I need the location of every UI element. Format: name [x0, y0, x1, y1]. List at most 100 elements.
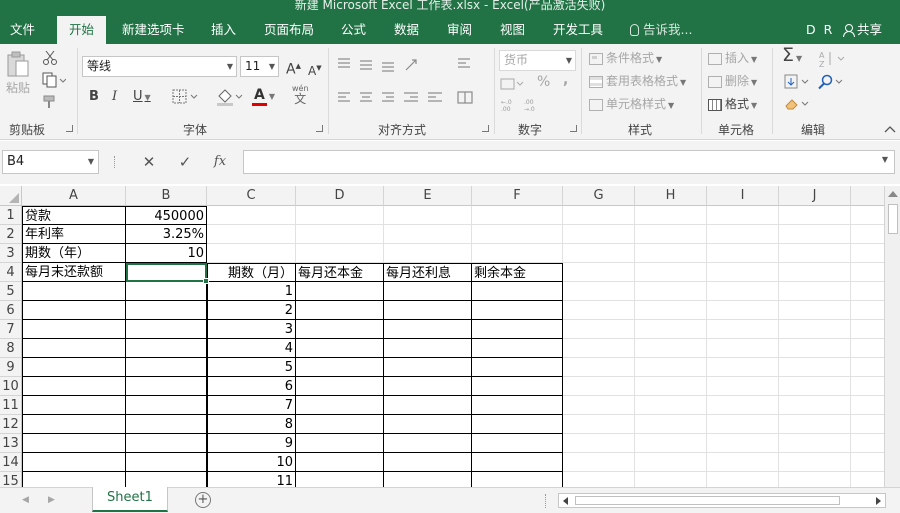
- tab-file[interactable]: 文件: [10, 16, 35, 44]
- cell-g9[interactable]: [563, 358, 635, 377]
- cell-h1[interactable]: [635, 206, 707, 225]
- column-header-g[interactable]: G: [563, 186, 635, 206]
- cell-i15[interactable]: [707, 472, 779, 487]
- cell-g10[interactable]: [563, 377, 635, 396]
- tab-insert[interactable]: 插入: [211, 16, 236, 44]
- cell-g12[interactable]: [563, 415, 635, 434]
- insert-function-icon[interactable]: fx: [209, 151, 231, 173]
- cell-i1[interactable]: [707, 206, 779, 225]
- cell-e3[interactable]: [384, 244, 472, 263]
- cell-f10[interactable]: [472, 377, 563, 396]
- cell-g4[interactable]: [563, 263, 635, 282]
- cell-h13[interactable]: [635, 434, 707, 453]
- column-header-j[interactable]: J: [779, 186, 851, 206]
- cell-b13[interactable]: [126, 434, 207, 453]
- cell-g6[interactable]: [563, 301, 635, 320]
- row-header-8[interactable]: 8: [0, 339, 22, 358]
- find-select-icon[interactable]: [818, 74, 846, 90]
- row-header-5[interactable]: 5: [0, 282, 22, 301]
- format-cells-button[interactable]: 格式 ▼: [708, 96, 757, 114]
- cell-c8[interactable]: 4: [207, 339, 296, 358]
- cell-h5[interactable]: [635, 282, 707, 301]
- cell-i14[interactable]: [707, 453, 779, 472]
- cell-a4[interactable]: 每月末还款额: [22, 263, 126, 282]
- cell-e6[interactable]: [384, 301, 472, 320]
- cell-f12[interactable]: [472, 415, 563, 434]
- row-header-14[interactable]: 14: [0, 453, 22, 472]
- tab-formulas[interactable]: 公式: [341, 16, 366, 44]
- row-header-1[interactable]: 1: [0, 206, 22, 225]
- column-header-d[interactable]: D: [296, 186, 384, 206]
- cell-f2[interactable]: [472, 225, 563, 244]
- cell-e8[interactable]: [384, 339, 472, 358]
- horizontal-scroll-thumb[interactable]: [575, 496, 840, 505]
- tab-developer[interactable]: 开发工具: [553, 16, 603, 44]
- cell-f13[interactable]: [472, 434, 563, 453]
- cell-j8[interactable]: [779, 339, 851, 358]
- cell-f9[interactable]: [472, 358, 563, 377]
- cell-g3[interactable]: [563, 244, 635, 263]
- column-header-i[interactable]: I: [707, 186, 779, 206]
- cell-g13[interactable]: [563, 434, 635, 453]
- cell-b1[interactable]: 450000: [126, 206, 207, 225]
- cell-d5[interactable]: [296, 282, 384, 301]
- cell-i13[interactable]: [707, 434, 779, 453]
- format-painter-icon[interactable]: [42, 94, 58, 110]
- shrink-font-button[interactable]: A▼: [308, 60, 322, 79]
- column-header-b[interactable]: B: [126, 186, 207, 206]
- expand-formula-bar-icon[interactable]: ▼: [882, 155, 888, 164]
- user-initials[interactable]: D R: [806, 16, 834, 44]
- worksheet-grid[interactable]: A B C D E F G H I J 1 贷款 450000 2 年利率 3.25% 3 期数（年） 10 4 每月末…: [0, 186, 900, 487]
- fill-down-icon[interactable]: [784, 74, 812, 90]
- column-header-f[interactable]: F: [472, 186, 563, 206]
- conditional-formatting-button[interactable]: 条件格式 ▼: [589, 50, 662, 68]
- cell-e15[interactable]: [384, 472, 472, 487]
- cell-f5[interactable]: [472, 282, 563, 301]
- cell-f3[interactable]: [472, 244, 563, 263]
- cell-i8[interactable]: [707, 339, 779, 358]
- autosum-button[interactable]: Σ ▼: [782, 46, 802, 67]
- row-header-7[interactable]: 7: [0, 320, 22, 339]
- cell-j12[interactable]: [779, 415, 851, 434]
- percent-style-button[interactable]: %: [537, 74, 550, 90]
- cell-styles-button[interactable]: 单元格样式 ▼: [589, 96, 674, 114]
- cell-d8[interactable]: [296, 339, 384, 358]
- cell-b2[interactable]: 3.25%: [126, 225, 207, 244]
- cell-e9[interactable]: [384, 358, 472, 377]
- cell-h3[interactable]: [635, 244, 707, 263]
- cell-g7[interactable]: [563, 320, 635, 339]
- cell-j13[interactable]: [779, 434, 851, 453]
- select-all-corner[interactable]: [0, 186, 22, 206]
- cell-c5[interactable]: 1: [207, 282, 296, 301]
- format-as-table-button[interactable]: 套用表格格式 ▼: [589, 73, 686, 91]
- row-header-10[interactable]: 10: [0, 377, 22, 396]
- cell-c1[interactable]: [207, 206, 296, 225]
- sheet-tab-sheet1[interactable]: Sheet1: [92, 487, 168, 512]
- row-header-4[interactable]: 4: [0, 263, 22, 282]
- clear-icon[interactable]: [784, 96, 812, 112]
- cell-g14[interactable]: [563, 453, 635, 472]
- tab-new-tab[interactable]: 新建选项卡: [122, 16, 185, 44]
- cell-h12[interactable]: [635, 415, 707, 434]
- underline-button[interactable]: U ▼: [133, 89, 151, 106]
- cell-c10[interactable]: 6: [207, 377, 296, 396]
- cell-a12[interactable]: [22, 415, 126, 434]
- number-launcher-icon[interactable]: [570, 125, 577, 132]
- cell-b15[interactable]: [126, 472, 207, 487]
- cell-c13[interactable]: 9: [207, 434, 296, 453]
- formula-input[interactable]: ▼: [243, 150, 895, 174]
- delete-cells-button[interactable]: 删除 ▼: [708, 73, 757, 91]
- cell-a13[interactable]: [22, 434, 126, 453]
- row-header-3[interactable]: 3: [0, 244, 22, 263]
- grow-font-button[interactable]: A▲: [286, 58, 301, 78]
- bold-button[interactable]: B: [89, 89, 99, 105]
- cell-c3[interactable]: [207, 244, 296, 263]
- cell-c7[interactable]: 3: [207, 320, 296, 339]
- cell-g1[interactable]: [563, 206, 635, 225]
- cell-e7[interactable]: [384, 320, 472, 339]
- cell-h11[interactable]: [635, 396, 707, 415]
- cell-h6[interactable]: [635, 301, 707, 320]
- cell-j6[interactable]: [779, 301, 851, 320]
- tab-review[interactable]: 审阅: [447, 16, 472, 44]
- cell-j14[interactable]: [779, 453, 851, 472]
